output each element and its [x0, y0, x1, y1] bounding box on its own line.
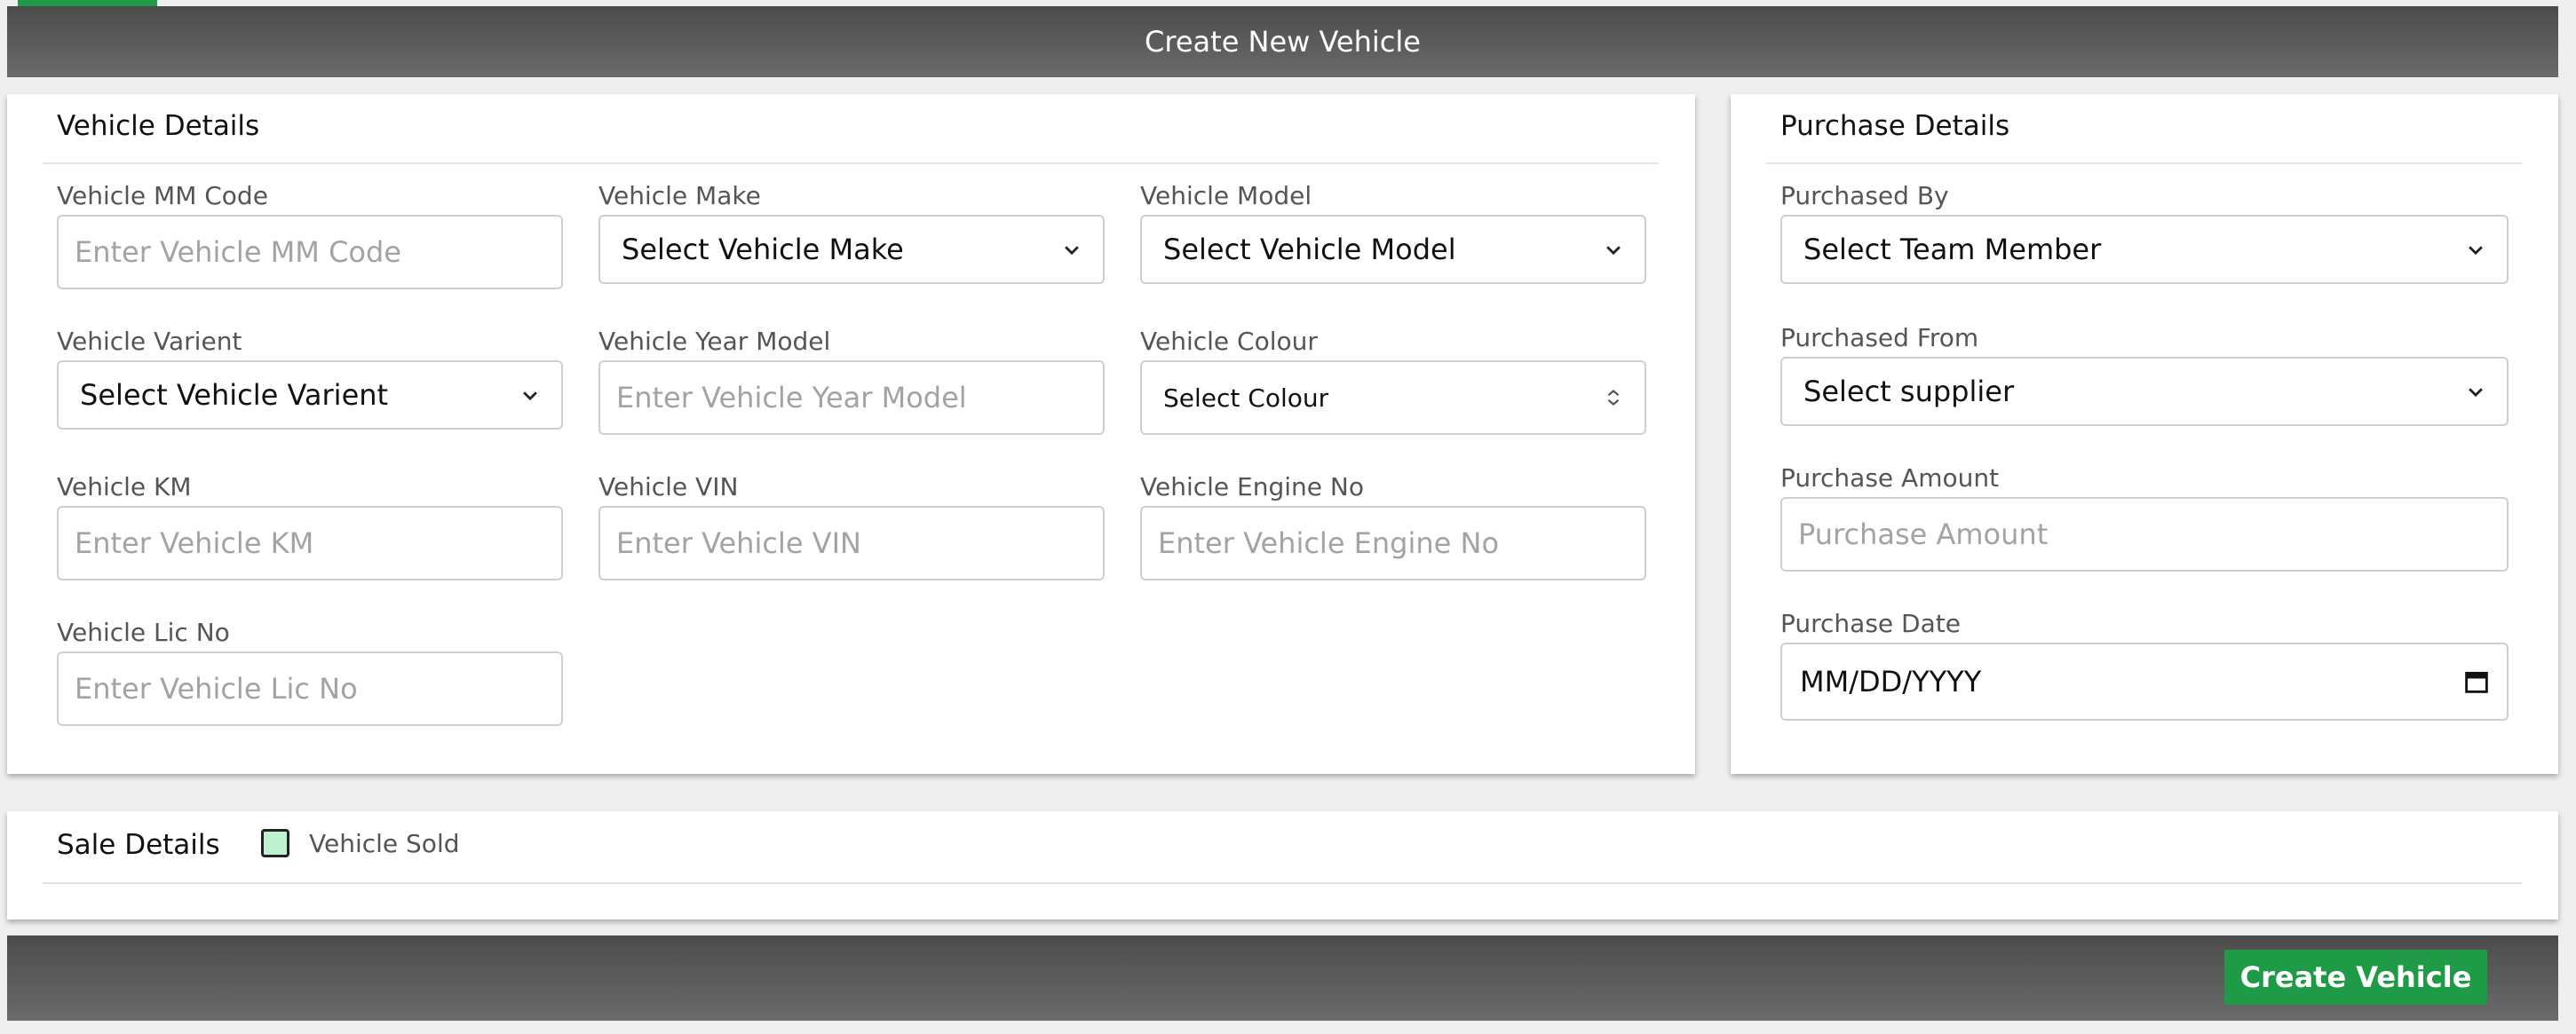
- sort-arrows-icon: [1607, 389, 1620, 406]
- purchase-amount-input[interactable]: [1780, 497, 2509, 572]
- model-select[interactable]: Select Vehicle Model: [1140, 215, 1646, 284]
- purchased-from-select-value: Select supplier: [1803, 375, 2015, 408]
- sale-details-title: Sale Details: [57, 829, 220, 861]
- varient-label: Vehicle Varient: [57, 327, 242, 356]
- colour-select[interactable]: Select Colour: [1140, 360, 1646, 435]
- model-label: Vehicle Model: [1140, 181, 1312, 210]
- page-title: Create New Vehicle: [1145, 25, 1421, 59]
- engine-no-input[interactable]: [1140, 506, 1646, 580]
- purchased-by-label: Purchased By: [1780, 181, 1949, 210]
- chevron-down-icon: [2469, 246, 2483, 256]
- footer-bar: Create Vehicle: [7, 935, 2558, 1021]
- varient-select[interactable]: Select Vehicle Varient: [57, 360, 563, 430]
- purchase-date-value: MM/DD/YYYY: [1800, 665, 1982, 699]
- purchase-details-card: Purchase Details Purchased By Select Tea…: [1731, 94, 2558, 774]
- year-model-input[interactable]: [598, 360, 1105, 435]
- make-select-value: Select Vehicle Make: [622, 233, 904, 266]
- lic-no-input[interactable]: [57, 651, 563, 726]
- make-select[interactable]: Select Vehicle Make: [598, 215, 1105, 284]
- vehicle-details-title: Vehicle Details: [57, 110, 260, 142]
- create-vehicle-button[interactable]: Create Vehicle: [2224, 950, 2487, 1005]
- purchase-date-input[interactable]: MM/DD/YYYY: [1780, 643, 2509, 721]
- km-input[interactable]: [57, 506, 563, 580]
- chevron-down-icon: [523, 391, 537, 401]
- chevron-down-icon: [1065, 246, 1079, 256]
- calendar-icon[interactable]: [2464, 669, 2489, 694]
- mm-code-label: Vehicle MM Code: [57, 181, 268, 210]
- varient-select-value: Select Vehicle Varient: [80, 378, 389, 412]
- progress-bar: [18, 0, 157, 6]
- year-model-label: Vehicle Year Model: [598, 327, 831, 356]
- chevron-down-icon: [1606, 246, 1621, 256]
- vehicle-details-card: Vehicle Details Vehicle MM Code Vehicle …: [7, 94, 1695, 774]
- vehicle-details-divider: [43, 162, 1659, 164]
- mm-code-input[interactable]: [57, 215, 563, 289]
- purchased-by-select-value: Select Team Member: [1803, 233, 2102, 266]
- colour-label: Vehicle Colour: [1140, 327, 1318, 356]
- colour-select-value: Select Colour: [1163, 383, 1329, 413]
- purchase-date-label: Purchase Date: [1780, 609, 1961, 638]
- purchase-amount-label: Purchase Amount: [1780, 463, 2000, 493]
- sale-details-card: Sale Details Vehicle Sold: [7, 811, 2558, 920]
- purchase-details-title: Purchase Details: [1780, 110, 2010, 142]
- purchased-by-select[interactable]: Select Team Member: [1780, 215, 2509, 284]
- model-select-value: Select Vehicle Model: [1163, 233, 1456, 266]
- purchase-details-divider: [1766, 162, 2523, 164]
- vehicle-sold-label[interactable]: Vehicle Sold: [309, 829, 460, 858]
- purchased-from-select[interactable]: Select supplier: [1780, 357, 2509, 426]
- vin-label: Vehicle VIN: [598, 472, 739, 501]
- purchased-from-label: Purchased From: [1780, 323, 1979, 352]
- engine-no-label: Vehicle Engine No: [1140, 472, 1364, 501]
- make-label: Vehicle Make: [598, 181, 761, 210]
- km-label: Vehicle KM: [57, 472, 192, 501]
- sale-details-divider: [43, 882, 2522, 884]
- vin-input[interactable]: [598, 506, 1105, 580]
- chevron-down-icon: [2469, 388, 2483, 398]
- vehicle-sold-checkbox[interactable]: [261, 829, 289, 857]
- page-header: Create New Vehicle: [7, 6, 2558, 77]
- lic-no-label: Vehicle Lic No: [57, 618, 230, 647]
